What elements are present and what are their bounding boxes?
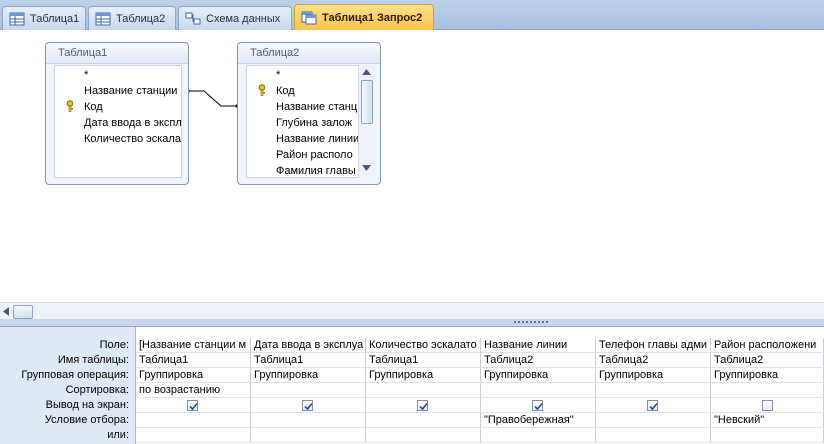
grid-cell-criteria[interactable] (251, 413, 366, 428)
field-item[interactable]: Название станции (84, 83, 177, 99)
grid-cell-table[interactable]: Таблица1 (251, 353, 366, 368)
tab-table2[interactable]: Таблица2 (88, 6, 176, 30)
field-item[interactable]: Глубина залож (276, 115, 352, 131)
grid-cell-show[interactable] (251, 398, 366, 413)
field-item[interactable]: Код (84, 99, 103, 115)
document-tab-bar: Таблица1 Таблица2 Схема данных Таблица1 … (0, 0, 824, 30)
grid-cell-table[interactable]: Таблица2 (711, 353, 824, 368)
scroll-thumb[interactable] (361, 80, 373, 124)
tab-label: Таблица2 (116, 12, 166, 25)
grid-cell-field[interactable]: Дата ввода в эксплуа (251, 338, 366, 353)
grid-cell-or[interactable] (711, 428, 824, 443)
query-design-area: Таблица1 * Название станции Код Дата вво… (0, 31, 824, 302)
tab-label: Таблица1 Запрос2 (322, 11, 423, 24)
grid-cell-sort[interactable] (596, 383, 711, 398)
grid-cell-group[interactable]: Группировка (481, 368, 596, 383)
table-icon (9, 12, 25, 25)
grid-cell-field[interactable]: Телефон главы адми (596, 338, 711, 353)
grid-cell-or[interactable] (251, 428, 366, 443)
field-item[interactable]: Количество эскала (84, 131, 181, 147)
table-icon (95, 12, 111, 25)
row-label-criteria: Условие отбора: (44, 414, 129, 426)
primary-key-icon (258, 84, 266, 96)
tab-relationships[interactable]: Схема данных (178, 6, 292, 30)
show-checkbox[interactable] (187, 400, 198, 411)
field-item[interactable]: Код (276, 83, 295, 99)
grid-cell-table[interactable]: Таблица1 (136, 353, 251, 368)
field-item[interactable]: Фамилия главы (276, 163, 356, 177)
grid-cell-show[interactable] (136, 398, 251, 413)
row-label-group: Групповая операция: (21, 369, 129, 381)
field-list-table1[interactable]: Таблица1 * Название станции Код Дата вво… (45, 42, 189, 185)
grid-cell-or[interactable] (596, 428, 711, 443)
grid-row-labels: Поле: Имя таблицы: Групповая операция: С… (0, 327, 136, 444)
grid-cell-criteria[interactable] (136, 413, 251, 428)
scroll-up-icon[interactable] (362, 69, 371, 75)
query-design-grid: Поле: Имя таблицы: Групповая операция: С… (0, 327, 824, 444)
grid-cell-group[interactable]: Группировка (711, 368, 824, 383)
grid-cell-sort[interactable] (481, 383, 596, 398)
relationships-icon (185, 12, 201, 24)
scroll-thumb[interactable] (13, 305, 33, 319)
grid-cell-table[interactable]: Таблица2 (481, 353, 596, 368)
field-item[interactable]: Название линии (276, 131, 358, 147)
grid-cell-show[interactable] (481, 398, 596, 413)
show-checkbox[interactable] (302, 400, 313, 411)
show-checkbox[interactable] (532, 400, 543, 411)
field-item[interactable]: Дата ввода в экспл (84, 115, 181, 131)
grid-cell-or[interactable] (481, 428, 596, 443)
field-list-table2[interactable]: Таблица2 * Код Название станц Глубина за… (237, 42, 381, 185)
tab-label: Схема данных (206, 12, 281, 25)
field-list-scrollbar[interactable] (358, 65, 375, 176)
tab-table1[interactable]: Таблица1 (2, 6, 86, 30)
grid-cell-sort[interactable]: по возрастанию (136, 383, 251, 398)
grid-cell-field[interactable]: Район расположени (711, 338, 824, 353)
row-label-field: Поле: (99, 339, 129, 351)
grid-cell-criteria[interactable]: "Невский" (711, 413, 824, 428)
show-checkbox[interactable] (647, 400, 658, 411)
field-item[interactable]: * (276, 67, 280, 83)
grid-cell-show[interactable] (711, 398, 824, 413)
scroll-left-icon[interactable] (3, 307, 9, 316)
field-list-title[interactable]: Таблица2 (238, 43, 380, 64)
grid-cell-show[interactable] (366, 398, 481, 413)
tab-label: Таблица1 (30, 12, 80, 25)
row-label-sort: Сортировка: (65, 384, 129, 396)
grid-cell-or[interactable] (366, 428, 481, 443)
tab-query[interactable]: Таблица1 Запрос2 (294, 4, 434, 30)
grid-cell-criteria[interactable] (596, 413, 711, 428)
show-checkbox[interactable] (762, 400, 773, 411)
grid-cell-table[interactable]: Таблица1 (366, 353, 481, 368)
grid-cell-show[interactable] (596, 398, 711, 413)
grid-cell-group[interactable]: Группировка (366, 368, 481, 383)
primary-key-icon (66, 100, 74, 112)
grid-cell-sort[interactable] (711, 383, 824, 398)
field-item[interactable]: * (84, 67, 88, 83)
query-icon (301, 11, 317, 24)
grid-cell-sort[interactable] (366, 383, 481, 398)
grid-cell-group[interactable]: Группировка (136, 368, 251, 383)
splitter-grip-icon (514, 321, 548, 325)
grid-cell-sort[interactable] (251, 383, 366, 398)
field-list: * Код Название станц Глубина залож Назва… (246, 65, 359, 178)
field-item[interactable]: Район располо (276, 147, 353, 163)
grid-cell-field[interactable]: Название линии (481, 338, 596, 353)
pane-splitter[interactable] (0, 319, 824, 327)
grid-cell-group[interactable]: Группировка (596, 368, 711, 383)
field-list-title[interactable]: Таблица1 (46, 43, 188, 64)
row-label-show: Вывод на экран: (45, 399, 129, 411)
field-item[interactable]: Название станц (276, 99, 357, 115)
scroll-down-icon[interactable] (362, 165, 371, 171)
field-list: * Название станции Код Дата ввода в эксп… (54, 65, 182, 178)
row-label-or: или: (107, 429, 129, 441)
grid-cell-criteria[interactable]: "Правобережная" (481, 413, 596, 428)
grid-cell-table[interactable]: Таблица2 (596, 353, 711, 368)
grid-cell-or[interactable] (136, 428, 251, 443)
row-label-table: Имя таблицы: (57, 354, 129, 366)
grid-cell-group[interactable]: Группировка (251, 368, 366, 383)
grid-cell-field[interactable]: [Название станции м (136, 338, 251, 353)
show-checkbox[interactable] (417, 400, 428, 411)
grid-cell-criteria[interactable] (366, 413, 481, 428)
grid-cell-field[interactable]: Количество эскалато (366, 338, 481, 353)
